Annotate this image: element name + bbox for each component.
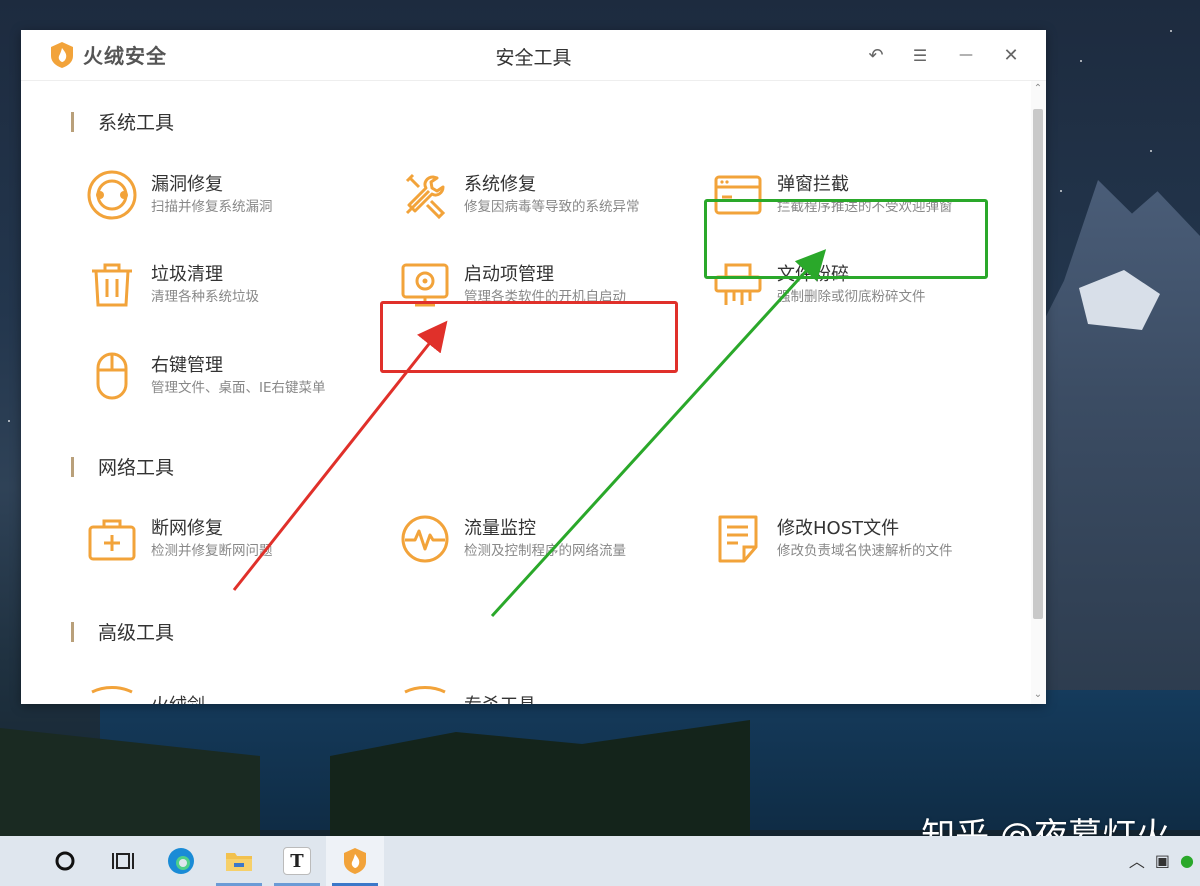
typora-icon[interactable]: T (268, 836, 326, 886)
tool-context-menu[interactable]: 右键管理 管理文件、桌面、IE右键菜单 (79, 341, 359, 411)
section-system-tools: 系统工具 (71, 108, 174, 135)
section-title: 高级工具 (98, 622, 175, 644)
red-highlight-box (380, 301, 678, 373)
wechat-icon[interactable]: ● (1180, 851, 1194, 870)
vertical-scrollbar[interactable]: ⌃ ⌄ (1031, 81, 1046, 704)
tool-system-repair[interactable]: 系统修复 修复因病毒等导致的系统异常 (392, 160, 672, 230)
section-title: 系统工具 (98, 112, 175, 134)
menu-button[interactable]: ☰ (907, 42, 933, 68)
green-highlight-box (704, 199, 988, 279)
edge-browser-icon[interactable] (152, 836, 210, 886)
shield-sword-icon (84, 678, 140, 704)
mouse-icon (84, 348, 140, 404)
system-tray: ︿ ▣ ● (1129, 848, 1194, 872)
chevron-up-icon[interactable]: ︿ (1129, 848, 1145, 872)
scroll-thumb[interactable] (1033, 109, 1043, 619)
file-explorer-icon[interactable] (210, 836, 268, 886)
taskbar: T (0, 836, 1200, 886)
scroll-down-icon[interactable]: ⌄ (1032, 689, 1044, 700)
tool-edit-hosts[interactable]: 修改HOST文件 修改负责域名快速解析的文件 (705, 504, 985, 574)
vulnerability-repair-icon (84, 167, 140, 223)
section-network-tools: 网络工具 (71, 453, 174, 480)
tool-vulnerability-repair[interactable]: 漏洞修复 扫描并修复系统漏洞 (79, 160, 359, 230)
first-aid-kit-icon (84, 511, 140, 567)
close-button[interactable]: ✕ (998, 42, 1024, 68)
trash-can-icon (84, 257, 140, 313)
document-edit-icon (710, 511, 766, 567)
tools-content: 系统工具 漏洞修复 扫描并修复系统漏洞 系统修复 修复因病毒等导致的系统异常 弹… (21, 81, 1031, 704)
tool-network-repair[interactable]: 断网修复 检测并修复断网问题 (79, 504, 359, 574)
tool-junk-clean[interactable]: 垃圾清理 清理各种系统垃圾 (79, 250, 359, 320)
minimize-button[interactable]: — (953, 42, 979, 68)
task-view-icon[interactable] (94, 836, 152, 886)
scroll-up-icon[interactable]: ⌃ (1032, 83, 1044, 94)
tool-huorong-sword[interactable]: 火绒剑 (79, 671, 359, 704)
search-circle-icon[interactable] (36, 836, 94, 886)
section-advanced-tools: 高级工具 (71, 618, 174, 645)
huorong-icon[interactable] (326, 836, 384, 886)
title-bar: 火绒安全 安全工具 ↶ ☰ — ✕ (21, 30, 1046, 81)
security-tools-window: 火绒安全 安全工具 ↶ ☰ — ✕ 系统工具 漏洞修复 扫描并修复系统漏洞 系统… (21, 30, 1046, 704)
section-title: 网络工具 (98, 457, 175, 479)
network-icon[interactable]: ▣ (1155, 851, 1170, 870)
tool-dedicated-killer[interactable]: 专杀工具 (392, 671, 672, 704)
window-title: 安全工具 (495, 47, 572, 69)
shield-tool-icon (397, 678, 453, 704)
back-button[interactable]: ↶ (863, 42, 889, 68)
wrench-screwdriver-icon (397, 167, 453, 223)
traffic-pulse-icon (397, 511, 453, 567)
tool-traffic-monitor[interactable]: 流量监控 检测及控制程序的网络流量 (392, 504, 672, 574)
